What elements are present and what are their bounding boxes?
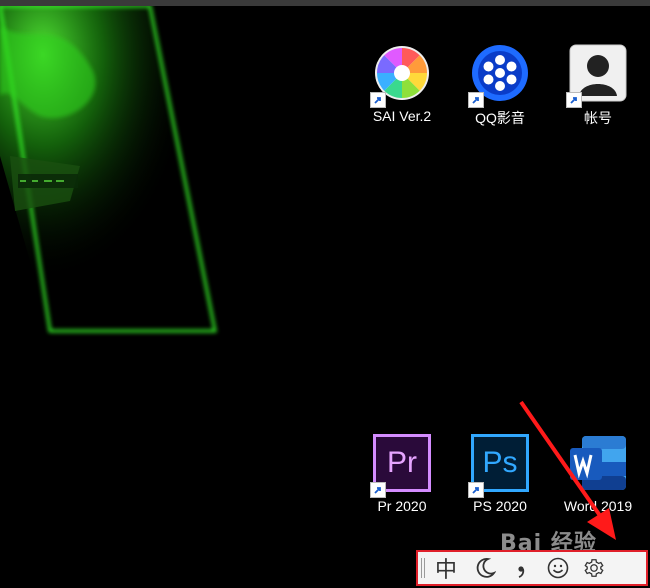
ime-toolbar: 中 [416, 550, 648, 586]
half-full-width-moon-icon[interactable] [464, 552, 506, 584]
emoji-smiley-icon[interactable] [540, 552, 576, 584]
punctuation-icon[interactable] [506, 552, 540, 584]
settings-gear-icon[interactable] [576, 552, 612, 584]
language-toggle-button[interactable]: 中 [428, 552, 464, 584]
toolbar-grip-handle[interactable] [418, 552, 428, 584]
annotation-arrow [519, 400, 616, 540]
